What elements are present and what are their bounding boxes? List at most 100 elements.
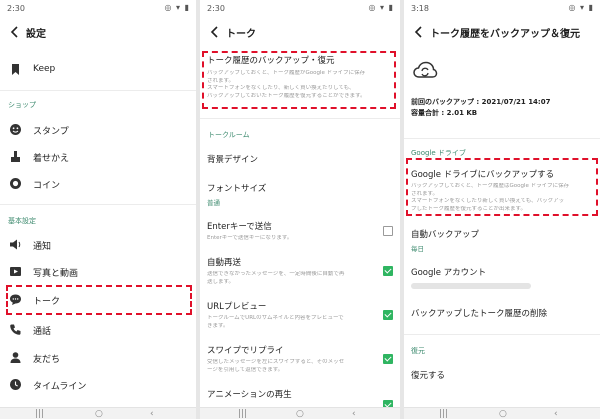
item-title: スワイプでリプライ [207,346,284,356]
swipe-reply-item[interactable]: スワイプでリプライ 受信したメッセージを左にスワイプすると、そのメッセ ージを引… [207,344,393,374]
home-icon[interactable]: ○ [95,409,103,419]
page-title: トーク履歴をバックアップ＆復元 [430,29,580,40]
total-size-info: 容量合計 : 2.01 KB [411,109,478,117]
item-desc-line: 受信したメッセージを左にスワイプすると、そのメッセ [207,359,345,365]
back-nav-icon[interactable]: ‹ [554,409,558,419]
status-icons: ◎ ▾ ▮ [164,3,190,12]
divider [404,334,600,335]
settings-item-coin[interactable]: コイン [0,172,196,196]
google-account-item[interactable]: Google アカウント [411,266,593,289]
settings-item-photos[interactable]: 写真と動画 [0,260,196,284]
page-title: トーク [226,29,256,40]
divider [0,204,196,205]
section-header-talkroom: トークルーム [208,131,250,139]
settings-item-label: 着せかえ [33,154,70,164]
url-preview-checkbox[interactable] [383,310,393,320]
auto-resend-item[interactable]: 自動再送 送信できなかったメッセージを、一定時間後に自動で再 送します。 [207,256,393,286]
auto-backup-item[interactable]: 自動バックアップ 毎日 [411,228,593,253]
media-icon [10,267,21,276]
phone-icon [10,324,21,335]
back-arrow-icon[interactable] [8,25,22,39]
auto-resend-checkbox[interactable] [383,266,393,276]
item-title: Enterキーで送信 [207,222,272,232]
home-icon[interactable]: ○ [296,409,304,419]
settings-item-label: タイムライン [33,382,87,392]
item-value: 普通 [207,199,220,207]
item-title: バックアップしたトーク履歴の削除 [411,309,548,319]
settings-item-label: 通知 [33,242,52,252]
divider [0,90,196,91]
status-icons: ◎ ▾ ▮ [368,3,394,12]
header: トーク [200,18,400,46]
back-arrow-icon[interactable] [412,25,426,39]
divider [404,138,600,139]
highlight-box [406,158,598,216]
status-icons: ◎ ▾ ▮ [568,3,594,12]
item-desc-line: 送信できなかったメッセージを、一定時間後に自動で再 [207,271,345,277]
bookmark-icon [12,64,19,75]
url-preview-item[interactable]: URLプレビュー トークルームでURLのサムネイルと内容をプレビューで きます。 [207,300,393,330]
settings-item-timeline[interactable]: タイムライン [0,373,196,397]
settings-item-notifications[interactable]: 通知 [0,233,196,257]
settings-item-label: 友だち [33,355,61,365]
swipe-reply-checkbox[interactable] [383,354,393,364]
item-title: Google アカウント [411,268,487,278]
settings-item-friends[interactable]: 友だち [0,346,196,370]
header: 設定 [0,18,196,46]
section-header-restore: 復元 [411,347,425,355]
item-value: 毎日 [411,245,424,253]
highlight-box [6,285,192,315]
settings-item-label: 写真と動画 [33,269,79,279]
recent-apps-icon[interactable]: ||| [238,409,247,419]
back-arrow-icon[interactable] [208,25,222,39]
item-desc-line: 送します。 [207,278,234,285]
status-bar: 3:18 ◎ ▾ ▮ [404,0,600,18]
settings-item-call[interactable]: 通話 [0,318,196,342]
navigation-bar: ||| ○ ‹ [0,407,196,419]
item-title: 自動バックアップ [411,230,480,240]
background-design-item[interactable]: 背景デザイン [207,153,393,165]
section-header-basic: 基本設定 [8,217,36,225]
item-desc-line: トークルームでURLのサムネイルと内容をプレビューで [207,315,344,321]
navigation-bar: ||| ○ ‹ [404,407,600,419]
status-time: 2:30 [207,4,225,13]
home-icon[interactable]: ○ [499,409,507,419]
highlight-box [202,51,396,109]
item-desc-line: ージを引用して返信できます。 [207,366,284,373]
settings-item-theme[interactable]: 着せかえ [0,145,196,169]
font-size-item[interactable]: フォントサイズ 普通 [207,182,393,207]
backup-restore-panel: 3:18 ◎ ▾ ▮ トーク履歴をバックアップ＆復元 前回のバックアップ : 2… [404,0,600,419]
section-header-google-drive: Google ドライブ [411,149,466,157]
item-desc-line: きます。 [207,322,229,329]
coin-icon [10,178,21,189]
item-title: アニメーションの再生 [207,390,292,400]
enter-send-checkbox[interactable] [383,226,393,236]
recent-apps-icon[interactable]: ||| [439,409,448,419]
enter-send-item[interactable]: Enterキーで送信 Enterキーで送信キーになります。 [207,220,393,243]
status-bar: 2:30 ◎ ▾ ▮ [200,0,400,18]
settings-panel: 2:30 ◎ ▾ ▮ 設定 Keep ショップ スタンプ 着せかえ コイン 基本… [0,0,196,419]
settings-item-stamp[interactable]: スタンプ [0,118,196,142]
delete-backup-item[interactable]: バックアップしたトーク履歴の削除 [411,307,593,319]
restore-item[interactable]: 復元する [411,369,593,381]
item-title: 背景デザイン [207,155,259,165]
person-icon [10,352,21,363]
status-time: 3:18 [411,4,429,13]
animation-item[interactable]: アニメーションの再生 [207,388,393,410]
speaker-icon [10,239,21,250]
settings-item-label: 通話 [33,327,52,337]
settings-item-label: Keep [33,64,56,74]
navigation-bar: ||| ○ ‹ [200,407,400,419]
back-nav-icon[interactable]: ‹ [150,409,154,419]
item-title: 自動再送 [207,258,242,268]
divider [200,118,400,119]
back-nav-icon[interactable]: ‹ [352,409,356,419]
item-title: URLプレビュー [207,302,267,312]
settings-item-keep[interactable]: Keep [0,58,196,82]
recent-apps-icon[interactable]: ||| [35,409,44,419]
item-title: 復元する [411,371,446,381]
last-backup-info: 前回のバックアップ : 2021/07/21 14:07 [411,98,551,106]
settings-item-label: スタンプ [33,127,69,137]
page-title: 設定 [26,29,46,40]
talk-settings-panel: 2:30 ◎ ▾ ▮ トーク トーク履歴のバックアップ・復元 バックアップしてお… [200,0,400,419]
